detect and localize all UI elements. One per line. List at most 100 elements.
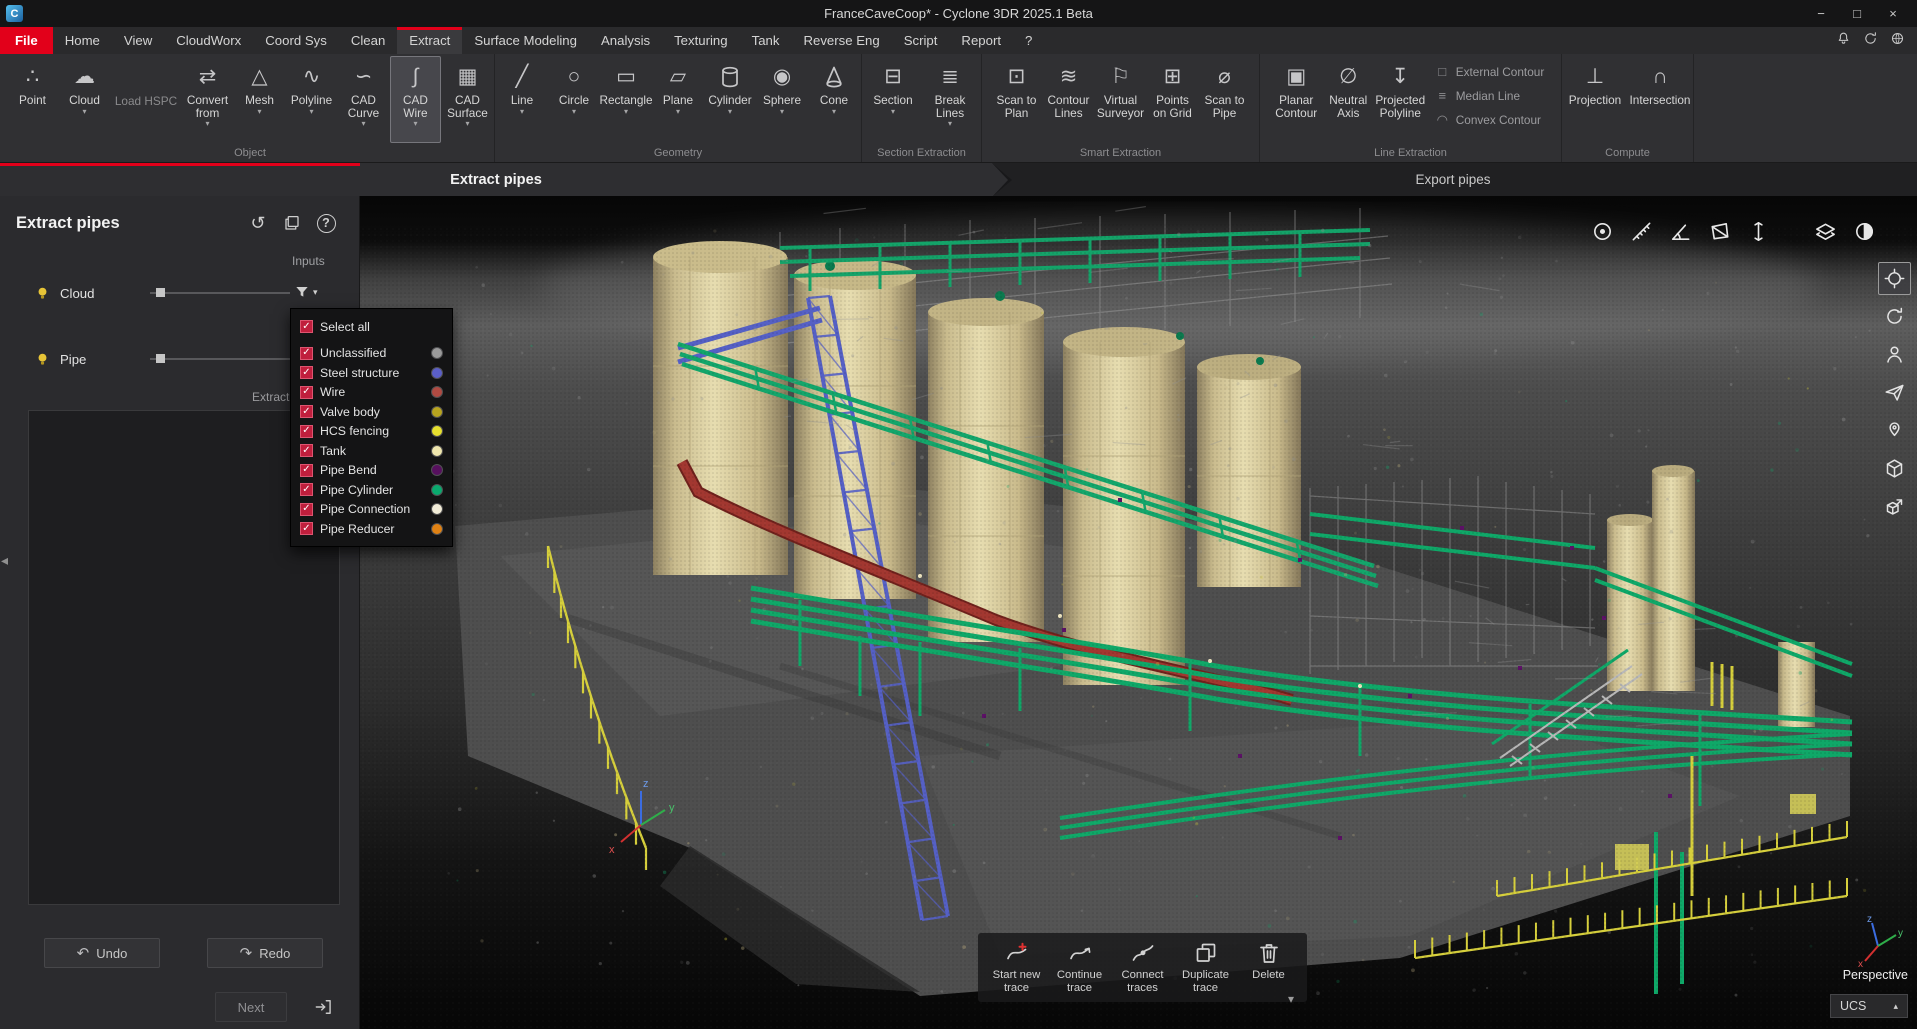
export-window-button[interactable]: [275, 208, 309, 238]
duplicate-trace-button[interactable]: Duplicate trace: [1176, 941, 1235, 995]
checkbox-checked[interactable]: ✓: [300, 366, 313, 379]
pipe-opacity-slider[interactable]: [150, 348, 290, 370]
cube-view-button[interactable]: [1878, 452, 1911, 485]
cube-arrow-view-button[interactable]: [1878, 490, 1911, 523]
checkbox-checked[interactable]: ✓: [300, 320, 313, 333]
ucs-selector[interactable]: UCS ▴: [1830, 994, 1908, 1018]
menu-reverse-eng[interactable]: Reverse Eng: [791, 27, 891, 54]
ribbon-median-line-button[interactable]: ≡Median Line: [1431, 85, 1549, 106]
ribbon-scan-to-plan-button[interactable]: ⊡Scan to Plan: [991, 56, 1042, 143]
ribbon-break-lines-button[interactable]: ≣Break Lines▾: [922, 56, 978, 143]
measure-angle-tool-button[interactable]: [1667, 218, 1693, 244]
point-cloud-scene[interactable]: z y x: [360, 196, 1917, 1029]
ribbon-cad-surface-button[interactable]: ▦CAD Surface▾: [442, 56, 493, 143]
checkbox-checked[interactable]: ✓: [300, 522, 313, 535]
ribbon-convert-from-button[interactable]: ⇄Convert from▾: [182, 56, 233, 143]
history-button[interactable]: ↺: [241, 208, 275, 238]
ribbon-scan-to-pipe-button[interactable]: ⌀Scan to Pipe: [1199, 56, 1250, 143]
ribbon-convex-contour-button[interactable]: ◠Convex Contour: [1431, 109, 1549, 130]
ribbon-points-on-grid-button[interactable]: ⊞Points on Grid: [1147, 56, 1198, 143]
ribbon-projection-button[interactable]: ⊥Projection: [1563, 56, 1627, 143]
menu-script[interactable]: Script: [892, 27, 950, 54]
delete-button[interactable]: Delete: [1239, 941, 1298, 995]
redo-button[interactable]: ↷ Redo: [207, 938, 323, 968]
cloud-opacity-slider[interactable]: [150, 282, 290, 304]
pin-view-button[interactable]: [1878, 414, 1911, 447]
clip-tool-button[interactable]: [1812, 218, 1838, 244]
menu-coord-sys[interactable]: Coord Sys: [253, 27, 339, 54]
maximize-button[interactable]: □: [1839, 0, 1875, 27]
continue-trace-button[interactable]: Continue trace: [1050, 941, 1109, 995]
orbit-view-button[interactable]: [1878, 262, 1911, 295]
filter-class-pipe-cylinder[interactable]: ✓Pipe Cylinder: [291, 480, 452, 500]
checkbox-checked[interactable]: ✓: [300, 503, 313, 516]
slider-track[interactable]: [150, 292, 290, 294]
menu-surface-modeling[interactable]: Surface Modeling: [462, 27, 589, 54]
checkbox-checked[interactable]: ✓: [300, 347, 313, 360]
minimize-button[interactable]: −: [1803, 0, 1839, 27]
menu-clean[interactable]: Clean: [339, 27, 397, 54]
ribbon-section-button[interactable]: ⊟Section▾: [865, 56, 921, 143]
ribbon-planar-contour-button[interactable]: ▣Planar Contour: [1271, 56, 1322, 143]
person-view-button[interactable]: [1878, 338, 1911, 371]
menu-view[interactable]: View: [112, 27, 164, 54]
menu-home[interactable]: Home: [53, 27, 112, 54]
checkbox-checked[interactable]: ✓: [300, 386, 313, 399]
menu-cloudworx[interactable]: CloudWorx: [164, 27, 253, 54]
workflow-step-extract-pipes[interactable]: Extract pipes: [0, 163, 992, 196]
menu-file[interactable]: File: [0, 27, 53, 54]
measure-area-tool-button[interactable]: [1706, 218, 1732, 244]
ribbon-circle-button[interactable]: ○Circle▾: [549, 56, 600, 143]
undo-button[interactable]: ↶ Undo: [44, 938, 160, 968]
ribbon-contour-lines-button[interactable]: ≋Contour Lines: [1043, 56, 1094, 143]
menu-analysis[interactable]: Analysis: [589, 27, 662, 54]
next-button[interactable]: Next: [215, 992, 287, 1022]
ribbon-projected-polyline-button[interactable]: ↧Projected Polyline: [1375, 56, 1426, 143]
bell-button[interactable]: [1836, 31, 1851, 51]
menu-extract[interactable]: Extract: [397, 27, 462, 54]
menu-help[interactable]: ?: [1013, 27, 1044, 54]
sync-button[interactable]: [1863, 31, 1878, 51]
ribbon-cone-button[interactable]: Cone▾: [809, 56, 860, 143]
filter-class-tank[interactable]: ✓Tank: [291, 441, 452, 461]
ribbon-virtual-surveyor-button[interactable]: ⚐Virtual Surveyor: [1095, 56, 1146, 143]
filter-class-valve-body[interactable]: ✓Valve body: [291, 402, 452, 422]
checkbox-checked[interactable]: ✓: [300, 464, 313, 477]
cloud-class-filter-button[interactable]: ▾: [294, 284, 318, 300]
filter-class-pipe-reducer[interactable]: ✓Pipe Reducer: [291, 519, 452, 539]
help-button[interactable]: ?: [309, 208, 343, 238]
ribbon-intersection-button[interactable]: ∩Intersection: [1628, 56, 1692, 143]
ribbon-sphere-button[interactable]: ◉Sphere▾: [757, 56, 808, 143]
filter-class-wire[interactable]: ✓Wire: [291, 383, 452, 403]
ribbon-cylinder-button[interactable]: Cylinder▾: [705, 56, 756, 143]
ribbon-plane-button[interactable]: ▱Plane▾: [653, 56, 704, 143]
filter-class-hcs-fencing[interactable]: ✓HCS fencing: [291, 422, 452, 442]
slider-track[interactable]: [150, 358, 290, 360]
filter-class-pipe-connection[interactable]: ✓Pipe Connection: [291, 500, 452, 520]
target-tool-button[interactable]: [1589, 218, 1615, 244]
slider-thumb[interactable]: [156, 354, 165, 363]
connect-traces-button[interactable]: Connect traces: [1113, 941, 1172, 995]
ribbon-cad-curve-button[interactable]: ∽CAD Curve▾: [338, 56, 389, 143]
filter-class-unclassified[interactable]: ✓Unclassified: [291, 344, 452, 364]
ribbon-line-button[interactable]: ╱Line▾: [497, 56, 548, 143]
fly-view-button[interactable]: [1878, 376, 1911, 409]
ribbon-polyline-button[interactable]: ∿Polyline▾: [286, 56, 337, 143]
menu-report[interactable]: Report: [949, 27, 1013, 54]
start-new-trace-button[interactable]: Start new trace: [987, 941, 1046, 995]
trace-toolbar-collapse-button[interactable]: ▾: [1288, 992, 1294, 1006]
globe-button[interactable]: [1890, 31, 1905, 51]
ribbon-cloud-button[interactable]: ☁Cloud▾: [59, 56, 110, 143]
slider-thumb[interactable]: [156, 288, 165, 297]
collapse-panel-handle[interactable]: ◂: [1, 552, 8, 569]
ribbon-mesh-button[interactable]: △Mesh▾: [234, 56, 285, 143]
ribbon-load-hspc-button[interactable]: Load HSPC: [111, 56, 181, 143]
ribbon-point-button[interactable]: ∴Point: [7, 56, 58, 143]
ribbon-cad-wire-button[interactable]: ∫CAD Wire▾: [390, 56, 441, 143]
go-to-export-button[interactable]: [303, 992, 343, 1022]
checkbox-checked[interactable]: ✓: [300, 405, 313, 418]
shade-tool-button[interactable]: [1851, 218, 1877, 244]
menu-tank[interactable]: Tank: [740, 27, 792, 54]
rotate-view-button[interactable]: [1878, 300, 1911, 333]
ribbon-rectangle-button[interactable]: ▭Rectangle▾: [601, 56, 652, 143]
